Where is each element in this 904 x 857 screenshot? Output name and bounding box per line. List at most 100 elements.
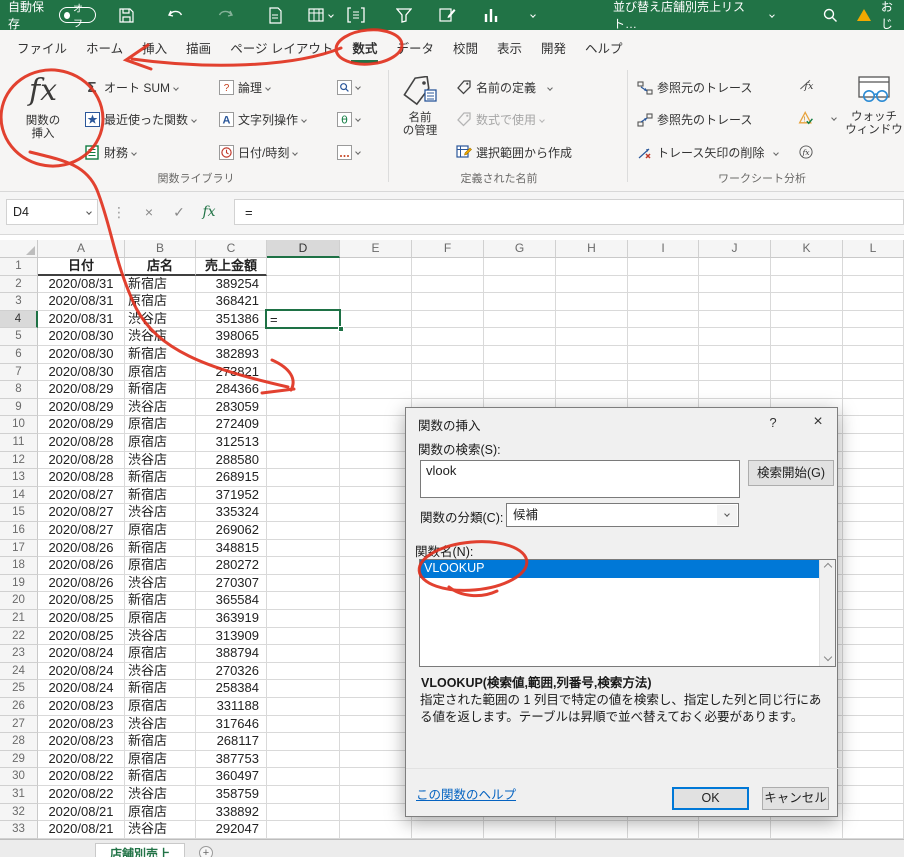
cell-E26[interactable]	[340, 698, 412, 716]
cell-L1[interactable]	[843, 258, 904, 276]
cell-L15[interactable]	[843, 504, 904, 522]
cell-H6[interactable]	[556, 346, 628, 364]
trace-dependents-button[interactable]: 参照先のトレース	[637, 111, 752, 128]
cell-G33[interactable]	[484, 821, 556, 839]
row-header-5[interactable]: 5	[0, 328, 38, 346]
math-trig-button[interactable]: θ	[336, 111, 360, 127]
cell-E11[interactable]	[340, 434, 412, 452]
cell-D14[interactable]	[267, 487, 340, 505]
cell-D11[interactable]	[267, 434, 340, 452]
tab-挿入[interactable]: 挿入	[141, 32, 168, 63]
scroll-down-icon[interactable]	[824, 653, 832, 661]
cell-E31[interactable]	[340, 786, 412, 804]
column-header-L[interactable]: L	[843, 240, 904, 258]
cell-D16[interactable]	[267, 522, 340, 540]
datetime-button[interactable]: 日付/時刻	[218, 144, 297, 161]
cell-L19[interactable]	[843, 575, 904, 593]
cell-I8[interactable]	[628, 381, 699, 399]
cell-G1[interactable]	[484, 258, 556, 276]
cell-B12[interactable]: 渋谷店	[125, 452, 196, 470]
cell-A1[interactable]: 日付	[38, 258, 125, 276]
cell-E8[interactable]	[340, 381, 412, 399]
cell-H8[interactable]	[556, 381, 628, 399]
cell-K6[interactable]	[771, 346, 843, 364]
cell-B13[interactable]: 新宿店	[125, 469, 196, 487]
cell-E29[interactable]	[340, 751, 412, 769]
cell-A4[interactable]: 2020/08/31	[38, 311, 125, 329]
cell-C12[interactable]: 288580	[196, 452, 267, 470]
cell-B25[interactable]: 新宿店	[125, 680, 196, 698]
cell-C16[interactable]: 269062	[196, 522, 267, 540]
cell-A20[interactable]: 2020/08/25	[38, 592, 125, 610]
cell-L23[interactable]	[843, 645, 904, 663]
cell-F6[interactable]	[412, 346, 484, 364]
cell-B10[interactable]: 原宿店	[125, 416, 196, 434]
cell-C30[interactable]: 360497	[196, 768, 267, 786]
tab-ファイル[interactable]: ファイル	[16, 32, 68, 63]
cell-L20[interactable]	[843, 592, 904, 610]
cell-E17[interactable]	[340, 540, 412, 558]
cell-B21[interactable]: 原宿店	[125, 610, 196, 628]
cell-A16[interactable]: 2020/08/27	[38, 522, 125, 540]
row-header-11[interactable]: 11	[0, 434, 38, 452]
cell-C29[interactable]: 387753	[196, 751, 267, 769]
cell-L5[interactable]	[843, 328, 904, 346]
cell-C5[interactable]: 398065	[196, 328, 267, 346]
cell-L2[interactable]	[843, 276, 904, 294]
cell-K7[interactable]	[771, 364, 843, 382]
cell-C2[interactable]: 389254	[196, 276, 267, 294]
cell-B9[interactable]: 渋谷店	[125, 399, 196, 417]
add-sheet-icon[interactable]: +	[199, 846, 213, 857]
name-manager-button[interactable]: 名前 の管理	[396, 76, 444, 138]
cell-A23[interactable]: 2020/08/24	[38, 645, 125, 663]
cell-D29[interactable]	[267, 751, 340, 769]
cell-E3[interactable]	[340, 293, 412, 311]
cell-B5[interactable]: 渋谷店	[125, 328, 196, 346]
cell-B30[interactable]: 新宿店	[125, 768, 196, 786]
cell-A31[interactable]: 2020/08/22	[38, 786, 125, 804]
cell-B32[interactable]: 原宿店	[125, 804, 196, 822]
name-box[interactable]: D4	[6, 199, 98, 225]
category-combobox[interactable]: 候補	[506, 503, 739, 527]
row-header-16[interactable]: 16	[0, 522, 38, 540]
cell-J2[interactable]	[699, 276, 771, 294]
more-commands-icon[interactable]	[531, 0, 535, 30]
row-header-22[interactable]: 22	[0, 628, 38, 646]
cell-E25[interactable]	[340, 680, 412, 698]
lookup-reference-button[interactable]	[336, 79, 360, 95]
cell-L14[interactable]	[843, 487, 904, 505]
cell-E33[interactable]	[340, 821, 412, 839]
cell-C19[interactable]: 270307	[196, 575, 267, 593]
column-header-B[interactable]: B	[125, 240, 196, 258]
user-badge[interactable]: おじ	[881, 0, 904, 30]
recent-functions-button[interactable]: 最近使った関数	[84, 111, 196, 128]
cell-A9[interactable]: 2020/08/29	[38, 399, 125, 417]
cell-H33[interactable]	[556, 821, 628, 839]
cell-F33[interactable]	[412, 821, 484, 839]
cell-A22[interactable]: 2020/08/25	[38, 628, 125, 646]
document-title[interactable]: 並び替え店舗別売上リスト…	[613, 0, 774, 30]
cell-L4[interactable]	[843, 311, 904, 329]
cell-B31[interactable]: 渋谷店	[125, 786, 196, 804]
row-header-33[interactable]: 33	[0, 821, 38, 839]
formula-input[interactable]: =	[234, 199, 904, 225]
row-header-14[interactable]: 14	[0, 487, 38, 505]
insert-function-fx-icon[interactable]: fx	[196, 199, 222, 225]
cell-C26[interactable]: 331188	[196, 698, 267, 716]
cell-D13[interactable]	[267, 469, 340, 487]
cell-K8[interactable]	[771, 381, 843, 399]
cell-I7[interactable]	[628, 364, 699, 382]
cell-E10[interactable]	[340, 416, 412, 434]
table-borders-icon[interactable]	[347, 7, 372, 23]
cell-E30[interactable]	[340, 768, 412, 786]
cell-D7[interactable]	[267, 364, 340, 382]
cell-A7[interactable]: 2020/08/30	[38, 364, 125, 382]
cell-A24[interactable]: 2020/08/24	[38, 663, 125, 681]
combo-dropdown-icon[interactable]	[717, 505, 737, 525]
cell-E5[interactable]	[340, 328, 412, 346]
cell-L17[interactable]	[843, 540, 904, 558]
cell-B3[interactable]: 原宿店	[125, 293, 196, 311]
function-listbox[interactable]: VLOOKUP	[419, 559, 836, 667]
cell-E28[interactable]	[340, 733, 412, 751]
tab-開発[interactable]: 開発	[540, 32, 567, 63]
